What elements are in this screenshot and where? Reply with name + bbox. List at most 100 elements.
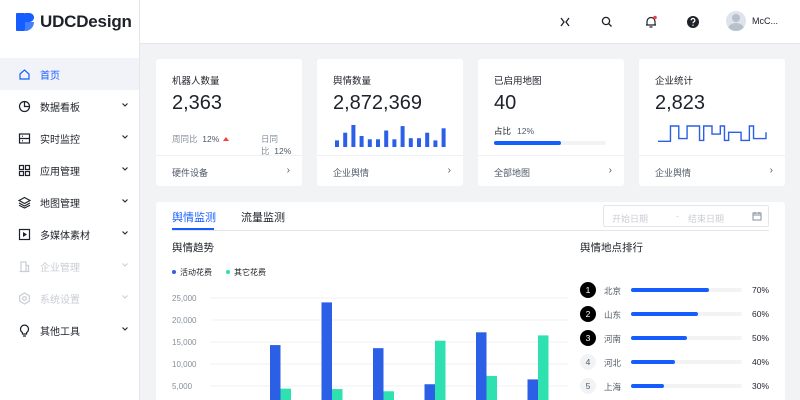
mini-step-line <box>658 125 767 142</box>
mini-bar <box>417 138 421 147</box>
card-footer-link[interactable]: 企业舆情 › <box>317 155 463 186</box>
user-avatar[interactable] <box>726 11 746 31</box>
rank-progress-bar <box>631 312 742 316</box>
logo-mark-icon <box>16 13 34 31</box>
y-tick-label: 10,000 <box>172 360 197 369</box>
bar-other[interactable] <box>486 375 498 400</box>
sidebar-item-label: 应用管理 <box>40 166 80 178</box>
rank-number: 1 <box>580 282 596 298</box>
rank-progress-bar <box>631 360 742 364</box>
trend-title: 舆情趋势 <box>172 242 214 254</box>
chevron-down-icon <box>121 165 129 176</box>
sidebar-item-2[interactable]: 实时监控 <box>0 122 139 154</box>
chevron-right-icon: › <box>769 165 773 176</box>
sidebar-item-8[interactable]: 其他工具 <box>0 314 139 346</box>
rank-progress-bar <box>631 336 742 340</box>
bar-other[interactable] <box>383 391 395 400</box>
play-icon <box>17 227 31 241</box>
help-icon[interactable] <box>684 13 702 31</box>
sidebar-item-6[interactable]: 企业管理 <box>0 250 139 282</box>
card-value: 2,872,369 <box>333 92 422 114</box>
mini-step-line-chart <box>658 125 767 142</box>
sidebar-item-3[interactable]: 应用管理 <box>0 154 139 186</box>
top-header: McC... <box>140 0 800 44</box>
sidebar-item-label: 首页 <box>40 70 60 82</box>
app-logo[interactable]: UDCDesign <box>0 0 139 44</box>
robot-count-card: 机器人数量 2,363 周同比 12% 日同比 12% 硬件设备 › <box>156 59 302 186</box>
tab-divider <box>172 230 769 231</box>
mini-bar <box>408 138 413 147</box>
sidebar-item-label: 多媒体素材 <box>40 230 90 242</box>
settings-icon <box>17 291 31 305</box>
rank-percent: 50% <box>752 333 770 343</box>
mini-bar <box>359 136 364 147</box>
sidebar-item-7[interactable]: 系统设置 <box>0 282 139 314</box>
sidebar-item-5[interactable]: 多媒体素材 <box>0 218 139 250</box>
bar-other[interactable] <box>280 388 292 400</box>
date-start-input[interactable]: 开始日期 <box>612 212 648 225</box>
sidebar-item-4[interactable]: 地图管理 <box>0 186 139 218</box>
sidebar-item-1[interactable]: 数据看板 <box>0 90 139 122</box>
card-value: 2,823 <box>655 92 706 114</box>
rank-location: 上海 <box>604 382 622 392</box>
bar-activity[interactable] <box>476 332 487 400</box>
chevron-down-icon <box>121 261 129 272</box>
day-compare: 日同比 12% <box>261 134 292 156</box>
sidebar-item-0[interactable]: 首页 <box>0 58 139 90</box>
notification-bell-icon[interactable] <box>642 13 660 31</box>
footer-label: 企业舆情 <box>655 168 692 178</box>
user-name[interactable]: McC... <box>752 16 778 26</box>
card-footer-link[interactable]: 硬件设备 › <box>156 155 302 186</box>
legend-item-other[interactable]: 其它花费 <box>226 267 266 278</box>
home-icon <box>17 67 31 81</box>
chevron-right-icon: › <box>608 165 612 176</box>
bar-other[interactable] <box>538 335 549 400</box>
tab-traffic-monitor[interactable]: 流量监测 <box>241 209 285 225</box>
ratio-progress-bar <box>494 141 606 145</box>
bulb-icon <box>17 323 31 337</box>
card-value: 2,363 <box>172 92 223 114</box>
mini-bar-chart <box>335 125 446 147</box>
chevron-down-icon <box>121 229 129 240</box>
collapse-arrows-icon[interactable] <box>556 13 574 31</box>
bar-activity[interactable] <box>270 345 281 400</box>
chevron-down-icon <box>121 133 129 144</box>
rank-percent: 70% <box>752 285 770 295</box>
y-tick-label: 5,000 <box>172 382 193 391</box>
sidebar-item-label: 系统设置 <box>40 294 80 306</box>
trend-bar-chart: 25,000 20,000 15,000 10,000 5,000 <box>172 294 568 400</box>
search-icon[interactable] <box>598 13 616 31</box>
card-footer-link[interactable]: 全部地图 › <box>478 155 624 186</box>
sidebar-nav: 首页数据看板实时监控应用管理地图管理多媒体素材企业管理系统设置其他工具 <box>0 58 139 346</box>
opinion-count-card: 舆情数量 2,872,369 企业舆情 › <box>317 59 463 186</box>
card-footer-link[interactable]: 企业舆情 › <box>639 155 785 186</box>
bar-activity[interactable] <box>321 302 333 400</box>
ranking-row: 4 河北 40% <box>580 354 770 372</box>
ranking-title: 舆情地点排行 <box>580 242 643 254</box>
rank-location: 北京 <box>604 286 622 296</box>
bar-activity[interactable] <box>373 348 384 400</box>
bar-activity[interactable] <box>424 384 436 400</box>
rank-number: 3 <box>580 330 596 346</box>
rank-percent: 60% <box>752 309 770 319</box>
y-tick-label: 15,000 <box>172 338 197 347</box>
y-tick-label: 25,000 <box>172 294 197 303</box>
monitor-icon <box>17 131 31 145</box>
sidebar-item-label: 数据看板 <box>40 102 80 114</box>
tab-opinion-monitor[interactable]: 舆情监测 <box>172 209 216 225</box>
y-tick-label: 20,000 <box>172 316 197 325</box>
mini-bar <box>384 130 389 147</box>
enabled-maps-card: 已启用地图 40 占比 12% 全部地图 › <box>478 59 624 186</box>
chevron-right-icon: › <box>286 165 290 176</box>
bar-other[interactable] <box>435 340 446 400</box>
mini-bar <box>367 139 372 147</box>
mini-bar <box>335 140 339 147</box>
monitor-panel: 舆情监测 流量监测 开始日期 - 结束日期 舆情趋势 舆情地点排行 活动花费 其… <box>156 202 785 400</box>
date-end-input[interactable]: 结束日期 <box>688 212 724 225</box>
bar-activity[interactable] <box>527 379 539 400</box>
date-range-picker[interactable]: 开始日期 - 结束日期 <box>603 205 769 227</box>
bar-other[interactable] <box>332 389 343 400</box>
sidebar-item-label: 地图管理 <box>40 198 80 210</box>
chevron-down-icon <box>121 197 129 208</box>
legend-item-activity[interactable]: 活动花费 <box>172 267 212 278</box>
